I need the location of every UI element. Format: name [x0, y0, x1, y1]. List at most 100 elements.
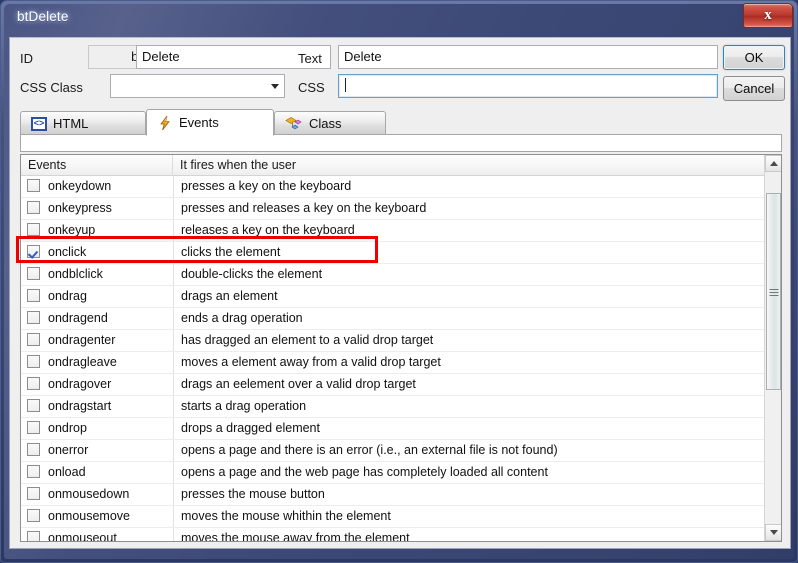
- column-divider: [173, 264, 174, 285]
- css-input[interactable]: [338, 74, 718, 98]
- event-description: drags an element: [181, 289, 278, 303]
- checkbox-unchecked[interactable]: [27, 201, 40, 214]
- column-divider: [173, 506, 174, 527]
- scroll-up-arrow-icon[interactable]: [765, 155, 781, 172]
- event-name: ondrag: [48, 289, 87, 303]
- column-divider: [173, 352, 174, 373]
- chevron-down-icon[interactable]: [265, 75, 284, 97]
- table-row[interactable]: onerror opens a page and there is an erro…: [21, 440, 781, 462]
- text-input[interactable]: Delete: [338, 45, 718, 69]
- table-row[interactable]: ondragend ends a drag operation: [21, 308, 781, 330]
- event-description: presses the mouse button: [181, 487, 325, 501]
- cancel-button[interactable]: Cancel: [723, 76, 785, 101]
- checkbox-unchecked[interactable]: [27, 443, 40, 456]
- checkbox-unchecked[interactable]: [27, 289, 40, 302]
- checkbox-unchecked[interactable]: [27, 223, 40, 236]
- event-description: presses a key on the keyboard: [181, 179, 352, 193]
- tab-class-label: Class: [309, 116, 342, 131]
- event-description: clicks the element: [181, 245, 281, 259]
- checkbox-unchecked[interactable]: [27, 421, 40, 434]
- column-divider: [173, 462, 174, 483]
- table-row[interactable]: ondragstart starts a drag operation: [21, 396, 781, 418]
- event-description: moves the mouse whithin the element: [181, 509, 391, 523]
- event-name: onkeypress: [48, 201, 112, 215]
- table-row[interactable]: onclick clicks the element: [21, 242, 781, 264]
- checkbox-checked[interactable]: [27, 245, 40, 258]
- column-divider: [173, 308, 174, 329]
- dialog-client-area: ID bt Delete Text Delete CSS Class CSS O…: [9, 37, 791, 549]
- event-description: releases a key on the keyboard: [181, 223, 355, 237]
- table-row[interactable]: ondrop drops a dragged element: [21, 418, 781, 440]
- tab-html[interactable]: <> HTML: [20, 111, 146, 135]
- scrollbar-thumb[interactable]: [766, 193, 781, 391]
- checkbox-unchecked[interactable]: [27, 179, 40, 192]
- tab-panel-strip: [20, 134, 782, 152]
- checkbox-unchecked[interactable]: [27, 377, 40, 390]
- column-divider: [173, 198, 174, 219]
- table-row[interactable]: onmousedown presses the mouse button: [21, 484, 781, 506]
- event-description: moves a element away from a valid drop t…: [181, 355, 441, 369]
- column-divider: [173, 176, 174, 197]
- list-rows: onkeydown presses a key on the keyboard on…: [21, 176, 781, 542]
- event-description: drops a dragged element: [181, 421, 320, 435]
- table-row[interactable]: onkeypress presses and releases a key on …: [21, 198, 781, 220]
- table-row[interactable]: onmouseout moves the mouse away from the …: [21, 528, 781, 542]
- checkbox-unchecked[interactable]: [27, 333, 40, 346]
- checkbox-unchecked[interactable]: [27, 355, 40, 368]
- checkbox-unchecked[interactable]: [27, 531, 40, 541]
- event-name: onerror: [48, 443, 89, 457]
- event-description: has dragged an element to a valid drop t…: [181, 333, 434, 347]
- table-row[interactable]: ondragenter has dragged an element to a v…: [21, 330, 781, 352]
- checkbox-unchecked[interactable]: [27, 487, 40, 500]
- column-divider: [173, 242, 174, 263]
- table-row[interactable]: onkeyup releases a key on the keyboard: [21, 220, 781, 242]
- html-code-icon: <>: [31, 116, 47, 131]
- event-name: ondblclick: [48, 267, 103, 281]
- vertical-scrollbar[interactable]: [764, 155, 781, 541]
- checkbox-unchecked[interactable]: [27, 399, 40, 412]
- title-bar: btDelete x: [1, 1, 797, 37]
- id-label: ID: [20, 51, 33, 66]
- column-divider: [173, 396, 174, 417]
- table-row[interactable]: ondragleave moves a element away from a v…: [21, 352, 781, 374]
- column-divider: [173, 528, 174, 541]
- event-name: onkeydown: [48, 179, 112, 193]
- text-label: Text: [298, 51, 322, 66]
- table-row[interactable]: onkeydown presses a key on the keyboard: [21, 176, 781, 198]
- event-name: onmousedown: [48, 487, 130, 501]
- checkbox-unchecked[interactable]: [27, 509, 40, 522]
- scroll-down-arrow-icon[interactable]: [765, 524, 781, 541]
- checkbox-unchecked[interactable]: [27, 311, 40, 324]
- css-class-combobox[interactable]: [110, 74, 285, 98]
- event-name: ondrop: [48, 421, 87, 435]
- column-divider: [173, 374, 174, 395]
- column-divider: [173, 484, 174, 505]
- column-divider: [173, 440, 174, 461]
- table-row[interactable]: ondrag drags an element: [21, 286, 781, 308]
- event-name: onmousemove: [48, 509, 130, 523]
- table-row[interactable]: ondblclick double-clicks the element: [21, 264, 781, 286]
- event-description: double-clicks the element: [181, 267, 323, 281]
- tab-strip: <> HTML Events Class: [20, 109, 780, 136]
- table-row[interactable]: ondragover drags an eelement over a valid…: [21, 374, 781, 396]
- event-description: presses and releases a key on the keyboa…: [181, 201, 427, 215]
- column-header-events[interactable]: Events: [21, 155, 173, 176]
- checkbox-unchecked[interactable]: [27, 267, 40, 280]
- event-description: moves the mouse away from the element: [181, 531, 410, 542]
- event-name: ondragend: [48, 311, 108, 325]
- event-name: onmouseout: [48, 531, 117, 542]
- tab-events[interactable]: Events: [146, 109, 274, 136]
- window-title: btDelete: [17, 9, 69, 24]
- column-header-description[interactable]: It fires when the user: [173, 155, 763, 176]
- class-shapes-icon: [285, 116, 303, 132]
- table-row[interactable]: onmousemove moves the mouse whithin the e…: [21, 506, 781, 528]
- table-row[interactable]: onload opens a page and the web page has …: [21, 462, 781, 484]
- close-button[interactable]: x: [743, 3, 793, 28]
- dialog-window: btDelete x ID bt Delete Text Delete CSS …: [0, 0, 798, 563]
- column-divider: [173, 220, 174, 241]
- ok-button[interactable]: OK: [723, 45, 785, 70]
- tab-class[interactable]: Class: [274, 111, 386, 135]
- event-description: ends a drag operation: [181, 311, 303, 325]
- checkbox-unchecked[interactable]: [27, 465, 40, 478]
- list-header: Events It fires when the user: [21, 155, 781, 176]
